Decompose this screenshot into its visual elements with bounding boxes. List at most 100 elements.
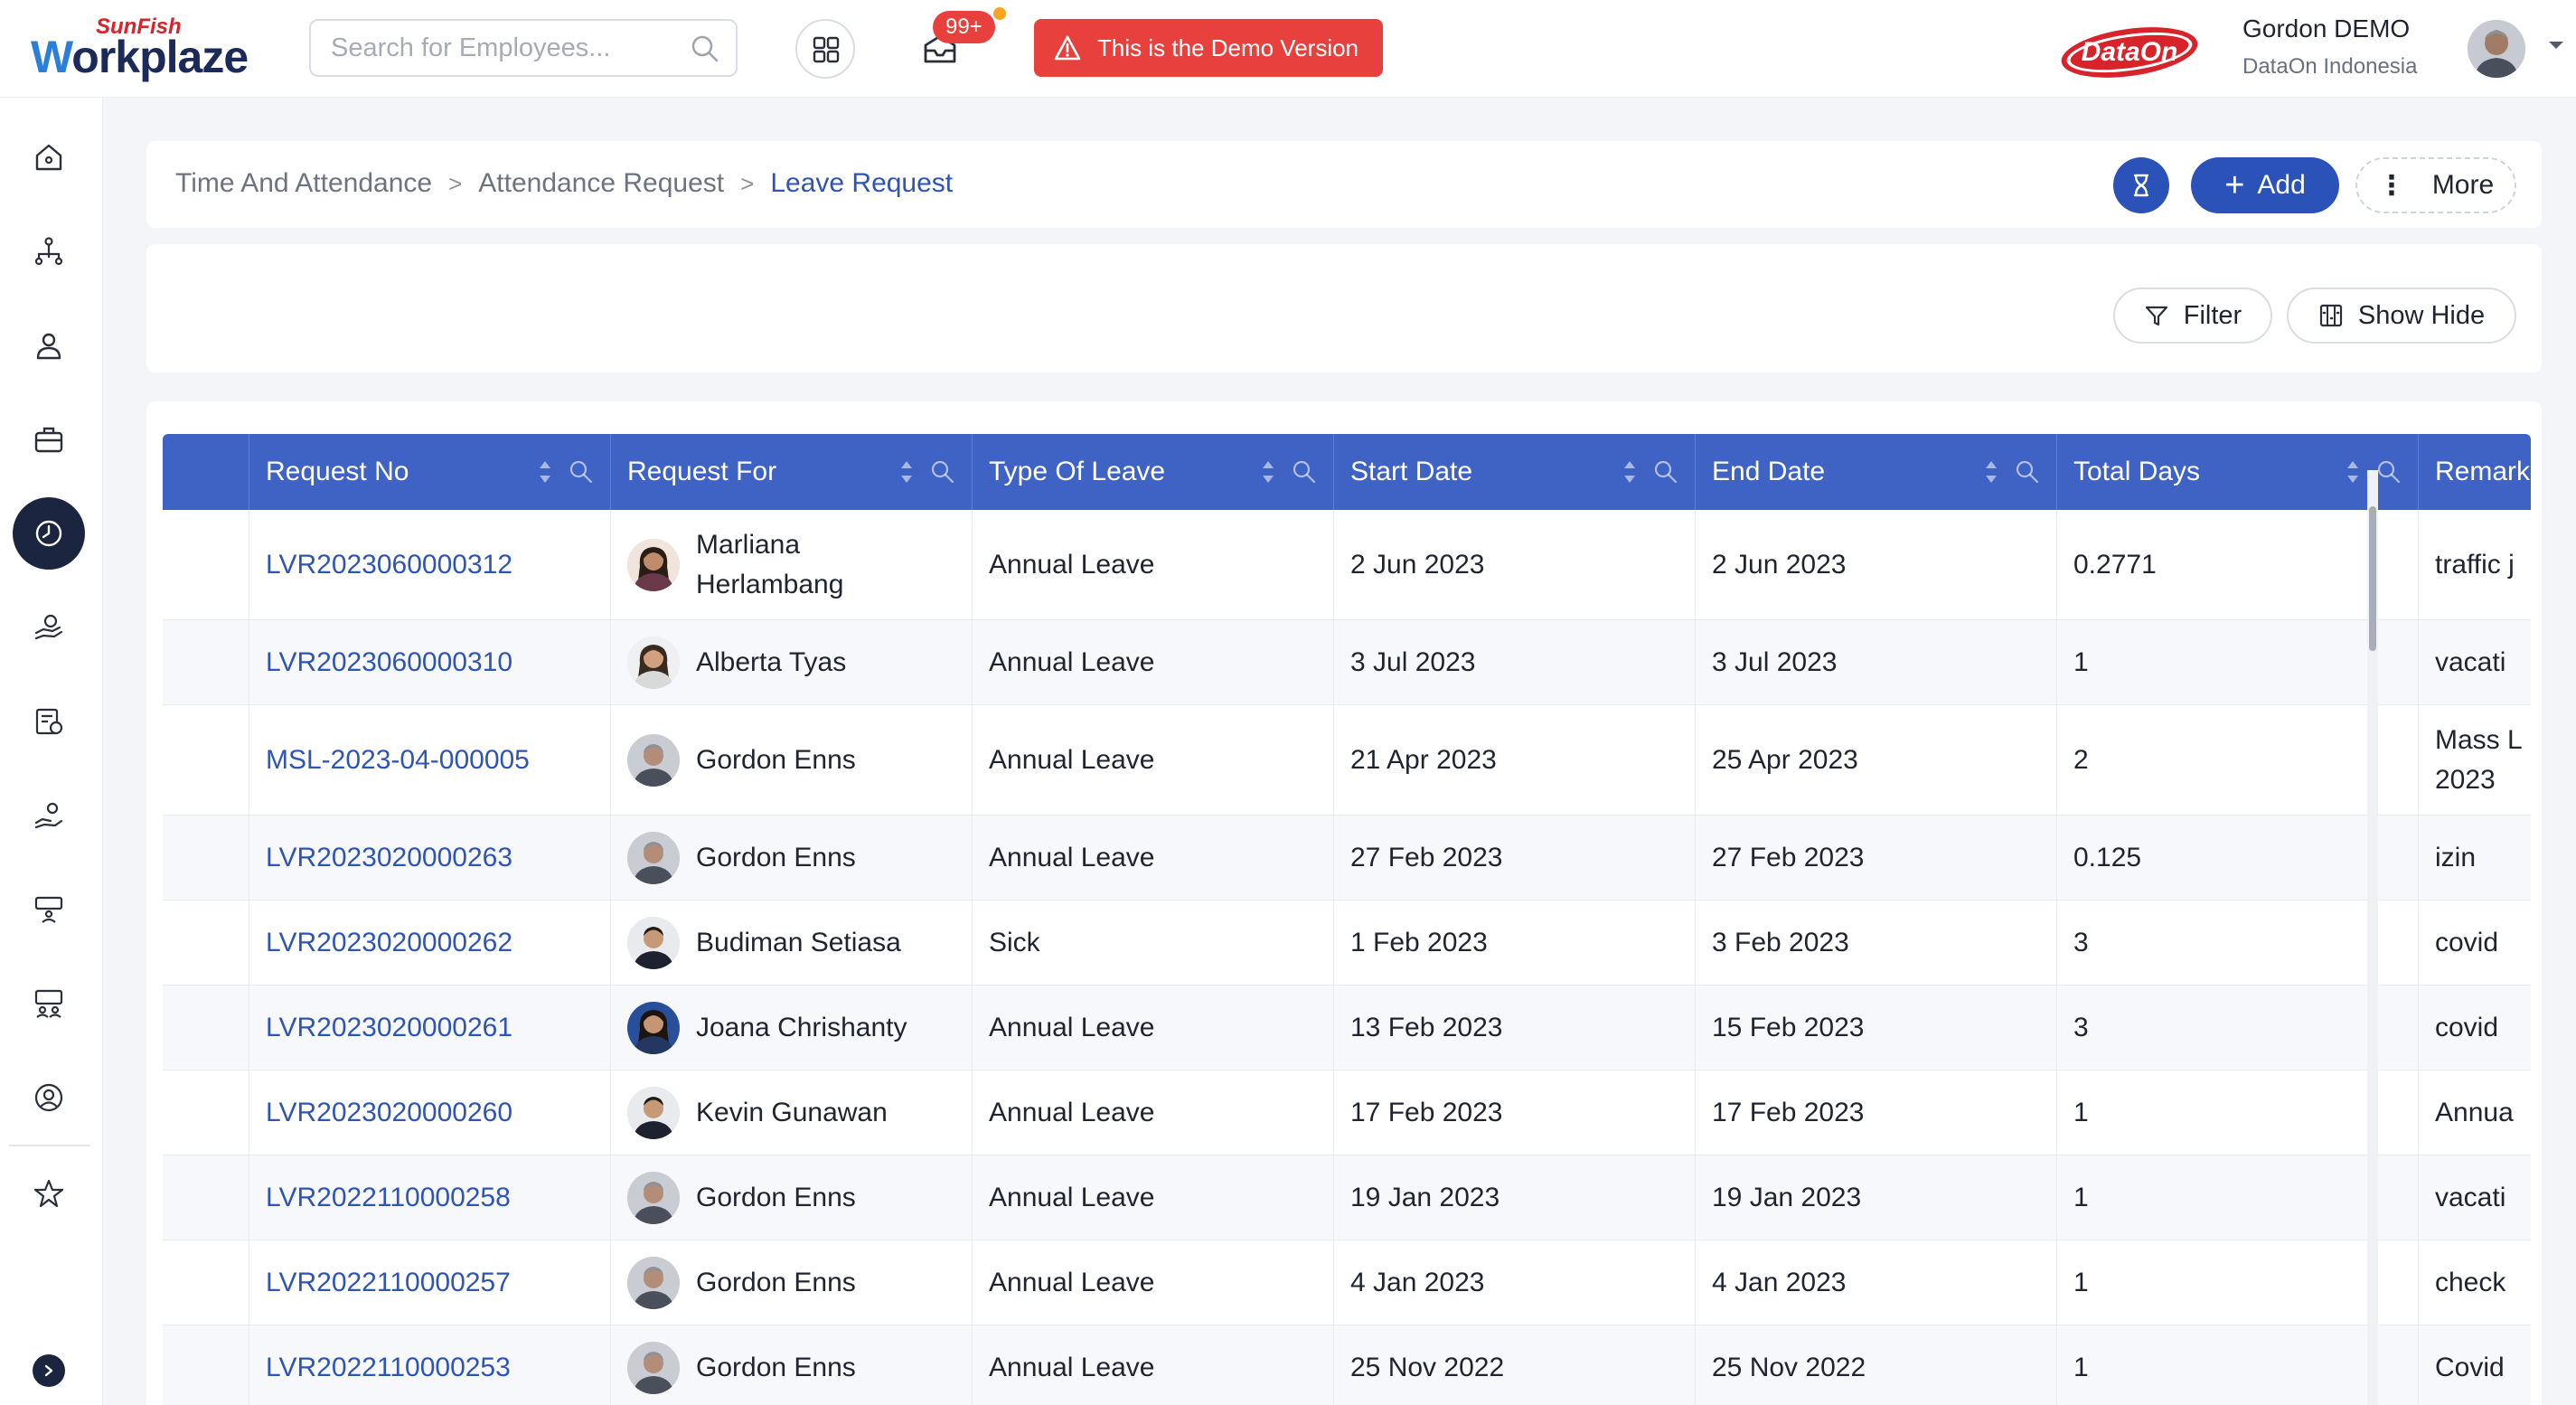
request-no-link[interactable]: LVR2023060000312 (249, 510, 611, 619)
column-search-icon[interactable] (1292, 459, 1317, 485)
row-select-cell[interactable] (163, 1240, 249, 1325)
row-select-cell[interactable] (163, 510, 249, 619)
request-no-link[interactable]: LVR2022110000257 (249, 1240, 611, 1325)
request-for-cell: Marliana Herlambang (611, 510, 973, 619)
sort-icon[interactable] (538, 457, 552, 486)
chevron-down-icon[interactable] (2547, 40, 2565, 51)
user-avatar[interactable] (2468, 20, 2525, 78)
app-grid-button[interactable] (795, 19, 855, 79)
request-no-text[interactable]: LVR2023020000262 (266, 923, 512, 963)
column-search-icon[interactable] (1653, 459, 1678, 485)
request-no-link[interactable]: LVR2023020000262 (249, 901, 611, 985)
request-no-link[interactable]: LVR2023020000260 (249, 1070, 611, 1155)
column-header-start-date[interactable]: Start Date (1334, 434, 1696, 510)
start-date-text: 2 Jun 2023 (1350, 549, 1485, 580)
table-row[interactable]: LVR2022110000257 Gordon Enns Annual Leave 4… (163, 1240, 2531, 1325)
column-header-remark[interactable]: Remark (2419, 434, 2531, 510)
column-search-icon[interactable] (2376, 459, 2402, 485)
row-select-cell[interactable] (163, 985, 249, 1070)
total-days-text: 2 (2073, 744, 2089, 775)
table-row[interactable]: LVR2023020000262 Budiman Setiasa Sick 1 Feb… (163, 901, 2531, 985)
sidebar-item-time-attendance[interactable] (13, 497, 85, 570)
request-no-text[interactable]: LVR2022110000257 (266, 1263, 511, 1303)
sidebar-item-payroll[interactable] (13, 685, 85, 758)
filter-icon (2145, 306, 2167, 326)
row-select-cell[interactable] (163, 1155, 249, 1240)
table-header: Request No Request For Type Of Leave Start … (163, 434, 2531, 510)
sidebar-item-organization[interactable] (13, 215, 85, 288)
request-no-text[interactable]: LVR2023060000312 (266, 545, 512, 585)
row-select-cell[interactable] (163, 620, 249, 704)
column-search-icon[interactable] (2015, 459, 2040, 485)
row-select-cell[interactable] (163, 816, 249, 900)
show-hide-columns-button[interactable]: Show Hide (2287, 288, 2516, 344)
search-input[interactable] (331, 30, 683, 66)
scrollbar-thumb[interactable] (2369, 506, 2376, 651)
column-header-type-of-leave[interactable]: Type Of Leave (973, 434, 1334, 510)
sidebar-item-employee[interactable] (13, 309, 85, 382)
column-search-icon[interactable] (569, 459, 594, 485)
table-row[interactable]: MSL-2023-04-000005 Gordon Enns Annual Leav… (163, 705, 2531, 816)
column-header-request-no[interactable]: Request No (249, 434, 611, 510)
row-select-cell[interactable] (163, 705, 249, 815)
sort-icon[interactable] (1261, 457, 1275, 486)
request-no-text[interactable]: LVR2023020000261 (266, 1008, 512, 1048)
table-row[interactable]: LVR2023020000260 Kevin Gunawan Annual Leav… (163, 1070, 2531, 1155)
column-header-request-for[interactable]: Request For (611, 434, 973, 510)
column-header-end-date[interactable]: End Date (1696, 434, 2057, 510)
request-no-text[interactable]: MSL-2023-04-000005 (266, 740, 530, 780)
request-no-text[interactable]: LVR2023020000260 (266, 1093, 512, 1133)
sidebar-item-profile[interactable] (13, 1061, 85, 1134)
row-select-cell[interactable] (163, 1325, 249, 1405)
pending-tasks-button[interactable] (2113, 157, 2169, 213)
column-header-total-days[interactable]: Total Days (2057, 434, 2419, 510)
remark-cell: Mass L 2023 (2419, 705, 2531, 815)
request-no-text[interactable]: LVR2022110000253 (266, 1348, 511, 1388)
table-row[interactable]: LVR2022110000258 Gordon Enns Annual Leave 1… (163, 1155, 2531, 1240)
sidebar-item-home[interactable] (13, 121, 85, 193)
table-row[interactable]: LVR2023020000263 Gordon Enns Annual Leave 2… (163, 816, 2531, 901)
request-no-link[interactable]: LVR2023060000310 (249, 620, 611, 704)
sort-icon[interactable] (899, 457, 914, 486)
breadcrumb-item-time-attendance[interactable]: Time And Attendance (175, 168, 432, 199)
breadcrumb-item-attendance-request[interactable]: Attendance Request (478, 168, 724, 199)
table-row[interactable]: LVR2022110000253 Gordon Enns Annual Leave 2… (163, 1325, 2531, 1405)
table-row[interactable]: LVR2023020000261 Joana Chrishanty Annual L… (163, 985, 2531, 1070)
more-button[interactable]: ⋮ More (2355, 157, 2516, 213)
sidebar-item-favorites[interactable] (13, 1157, 85, 1230)
request-no-link[interactable]: LVR2022110000253 (249, 1325, 611, 1405)
request-no-link[interactable]: LVR2022110000258 (249, 1155, 611, 1240)
sort-icon[interactable] (1622, 457, 1637, 486)
sort-icon[interactable] (1984, 457, 1998, 486)
sidebar-item-recruitment[interactable] (13, 967, 85, 1040)
column-search-icon[interactable] (930, 459, 955, 485)
sidebar-item-work[interactable] (13, 403, 85, 476)
row-select-cell[interactable] (163, 901, 249, 985)
dataon-logo: DataOn (2061, 27, 2198, 78)
add-button[interactable]: + Add (2191, 157, 2339, 213)
recruitment-icon (34, 989, 63, 1018)
remark-text: Covid (2435, 1348, 2505, 1388)
sidebar-item-benefit[interactable] (13, 779, 85, 852)
sidebar-item-training[interactable] (13, 873, 85, 946)
user-name[interactable]: Gordon DEMO (2242, 14, 2410, 43)
request-no-text[interactable]: LVR2022110000258 (266, 1178, 511, 1218)
filter-button[interactable]: Filter (2113, 288, 2272, 344)
app-logo[interactable]: SunFish Workplaze (31, 14, 257, 83)
table-row[interactable]: LVR2023060000310 Alberta Tyas Annual Leave… (163, 620, 2531, 705)
brand-workplaze: Workplaze (31, 32, 249, 82)
row-select-cell[interactable] (163, 1070, 249, 1155)
request-no-link[interactable]: LVR2023020000261 (249, 985, 611, 1070)
request-no-text[interactable]: LVR2023020000263 (266, 838, 512, 878)
remark-text: Mass L 2023 (2435, 721, 2523, 800)
request-no-link[interactable]: MSL-2023-04-000005 (249, 705, 611, 815)
search-icon[interactable] (691, 34, 719, 63)
sort-icon[interactable] (2346, 457, 2360, 486)
request-no-text[interactable]: LVR2023060000310 (266, 643, 512, 683)
leave-type-cell: Annual Leave (973, 1325, 1334, 1405)
table-row[interactable]: LVR2023060000312 Marliana Herlambang Annual… (163, 510, 2531, 620)
request-no-link[interactable]: LVR2023020000263 (249, 816, 611, 900)
sidebar-item-compensation[interactable] (13, 591, 85, 664)
table-scrollbar[interactable] (2367, 470, 2378, 1405)
sidebar-expand-button[interactable] (33, 1354, 65, 1387)
